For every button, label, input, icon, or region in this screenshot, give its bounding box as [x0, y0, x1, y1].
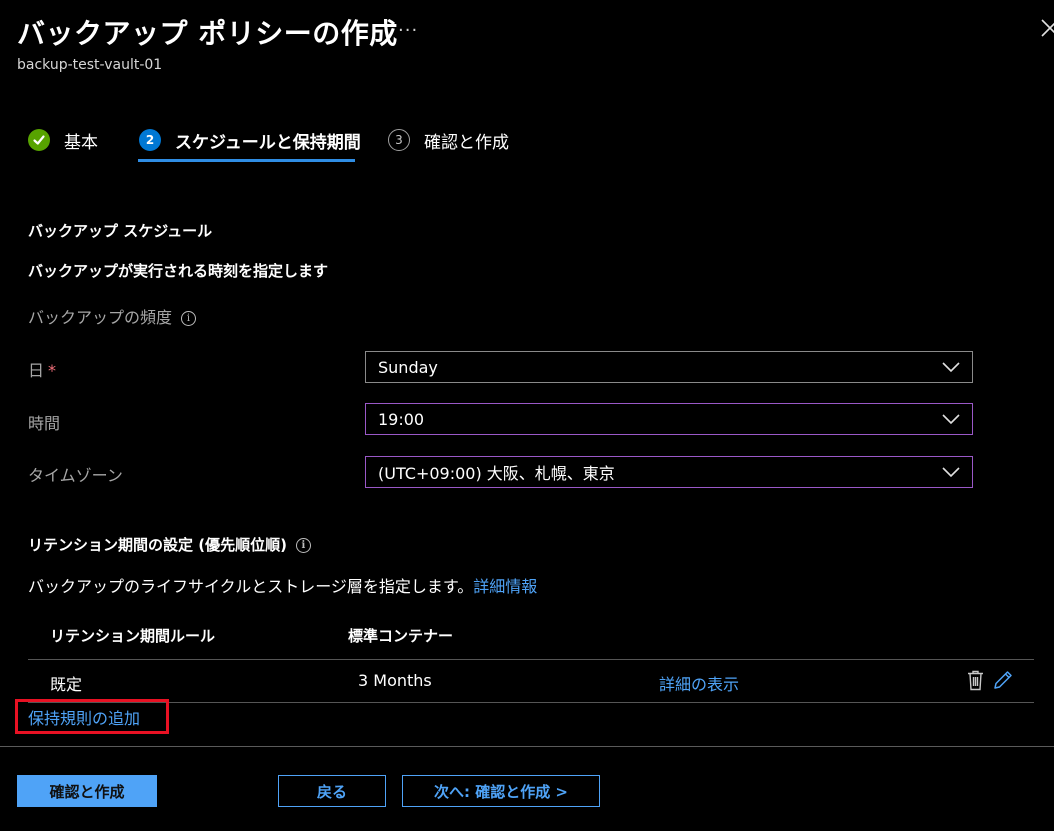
tab-review-create[interactable]: 3 確認と作成 [388, 124, 509, 156]
footer-divider [0, 746, 1054, 747]
info-icon[interactable]: i [295, 538, 311, 553]
delete-icon[interactable] [966, 669, 985, 691]
retention-rule-value: 3 Months [358, 671, 432, 690]
backup-schedule-heading: バックアップ スケジュール [28, 222, 213, 240]
frequency-label-text: バックアップの頻度 [28, 308, 173, 327]
tab-schedule-retention[interactable]: 2 スケジュールと保持期間 [139, 124, 361, 156]
page-title: バックアップ ポリシーの作成 [17, 17, 398, 50]
column-header-container: 標準コンテナー [348, 627, 454, 645]
time-dropdown-value: 19:00 [378, 409, 425, 429]
day-label: 日 * [28, 357, 56, 381]
required-asterisk: * [48, 361, 57, 380]
timezone-label: タイムゾーン [28, 466, 123, 485]
retention-heading: リテンション期間の設定 (優先順位順) i [28, 534, 311, 555]
time-dropdown[interactable]: 19:00 [365, 403, 973, 435]
backup-schedule-description: バックアップが実行される時刻を指定します [28, 262, 329, 280]
more-options-icon[interactable]: ··· [398, 20, 418, 41]
tab-basics[interactable]: 基本 [28, 124, 98, 156]
retention-description-text: バックアップのライフサイクルとストレージ層を指定します。 [28, 577, 474, 596]
view-details-link[interactable]: 詳細の表示 [659, 671, 739, 695]
info-icon[interactable]: i [181, 311, 197, 326]
close-icon[interactable] [1040, 18, 1054, 38]
day-dropdown-value: Sunday [378, 357, 438, 377]
retention-heading-text: リテンション期間の設定 (優先順位順) [28, 536, 287, 554]
review-create-button[interactable]: 確認と作成 [17, 775, 157, 807]
backup-frequency-label: バックアップの頻度 i [28, 304, 197, 328]
table-divider [28, 659, 1034, 660]
retention-description: バックアップのライフサイクルとストレージ層を指定します。詳細情報 [28, 573, 537, 597]
tab-label: 確認と作成 [424, 132, 509, 153]
active-tab-indicator [138, 159, 355, 162]
step-number-badge: 3 [388, 129, 410, 151]
day-dropdown[interactable]: Sunday [365, 351, 973, 383]
timezone-dropdown[interactable]: (UTC+09:00) 大阪、札幌、東京 [365, 456, 973, 488]
back-button[interactable]: 戻る [278, 775, 386, 807]
tab-label: 基本 [64, 132, 98, 153]
day-label-text: 日 [28, 361, 45, 380]
add-retention-rule-link[interactable]: 保持規則の追加 [28, 705, 140, 729]
tab-label: スケジュールと保持期間 [175, 132, 361, 153]
vault-name: backup-test-vault-01 [17, 57, 163, 73]
table-divider [28, 702, 1034, 703]
step-number-badge: 2 [139, 129, 161, 151]
chevron-down-icon [942, 467, 960, 478]
column-header-rule: リテンション期間ルール [50, 627, 216, 645]
time-label: 時間 [28, 414, 61, 433]
check-circle-icon [28, 129, 50, 151]
retention-rule-name: 既定 [50, 675, 83, 694]
chevron-down-icon [942, 362, 960, 373]
learn-more-link[interactable]: 詳細情報 [473, 577, 537, 596]
next-button[interactable]: 次へ: 確認と作成 > [402, 775, 600, 807]
timezone-dropdown-value: (UTC+09:00) 大阪、札幌、東京 [378, 464, 615, 483]
chevron-down-icon [942, 414, 960, 425]
edit-pencil-icon[interactable] [992, 669, 1014, 691]
